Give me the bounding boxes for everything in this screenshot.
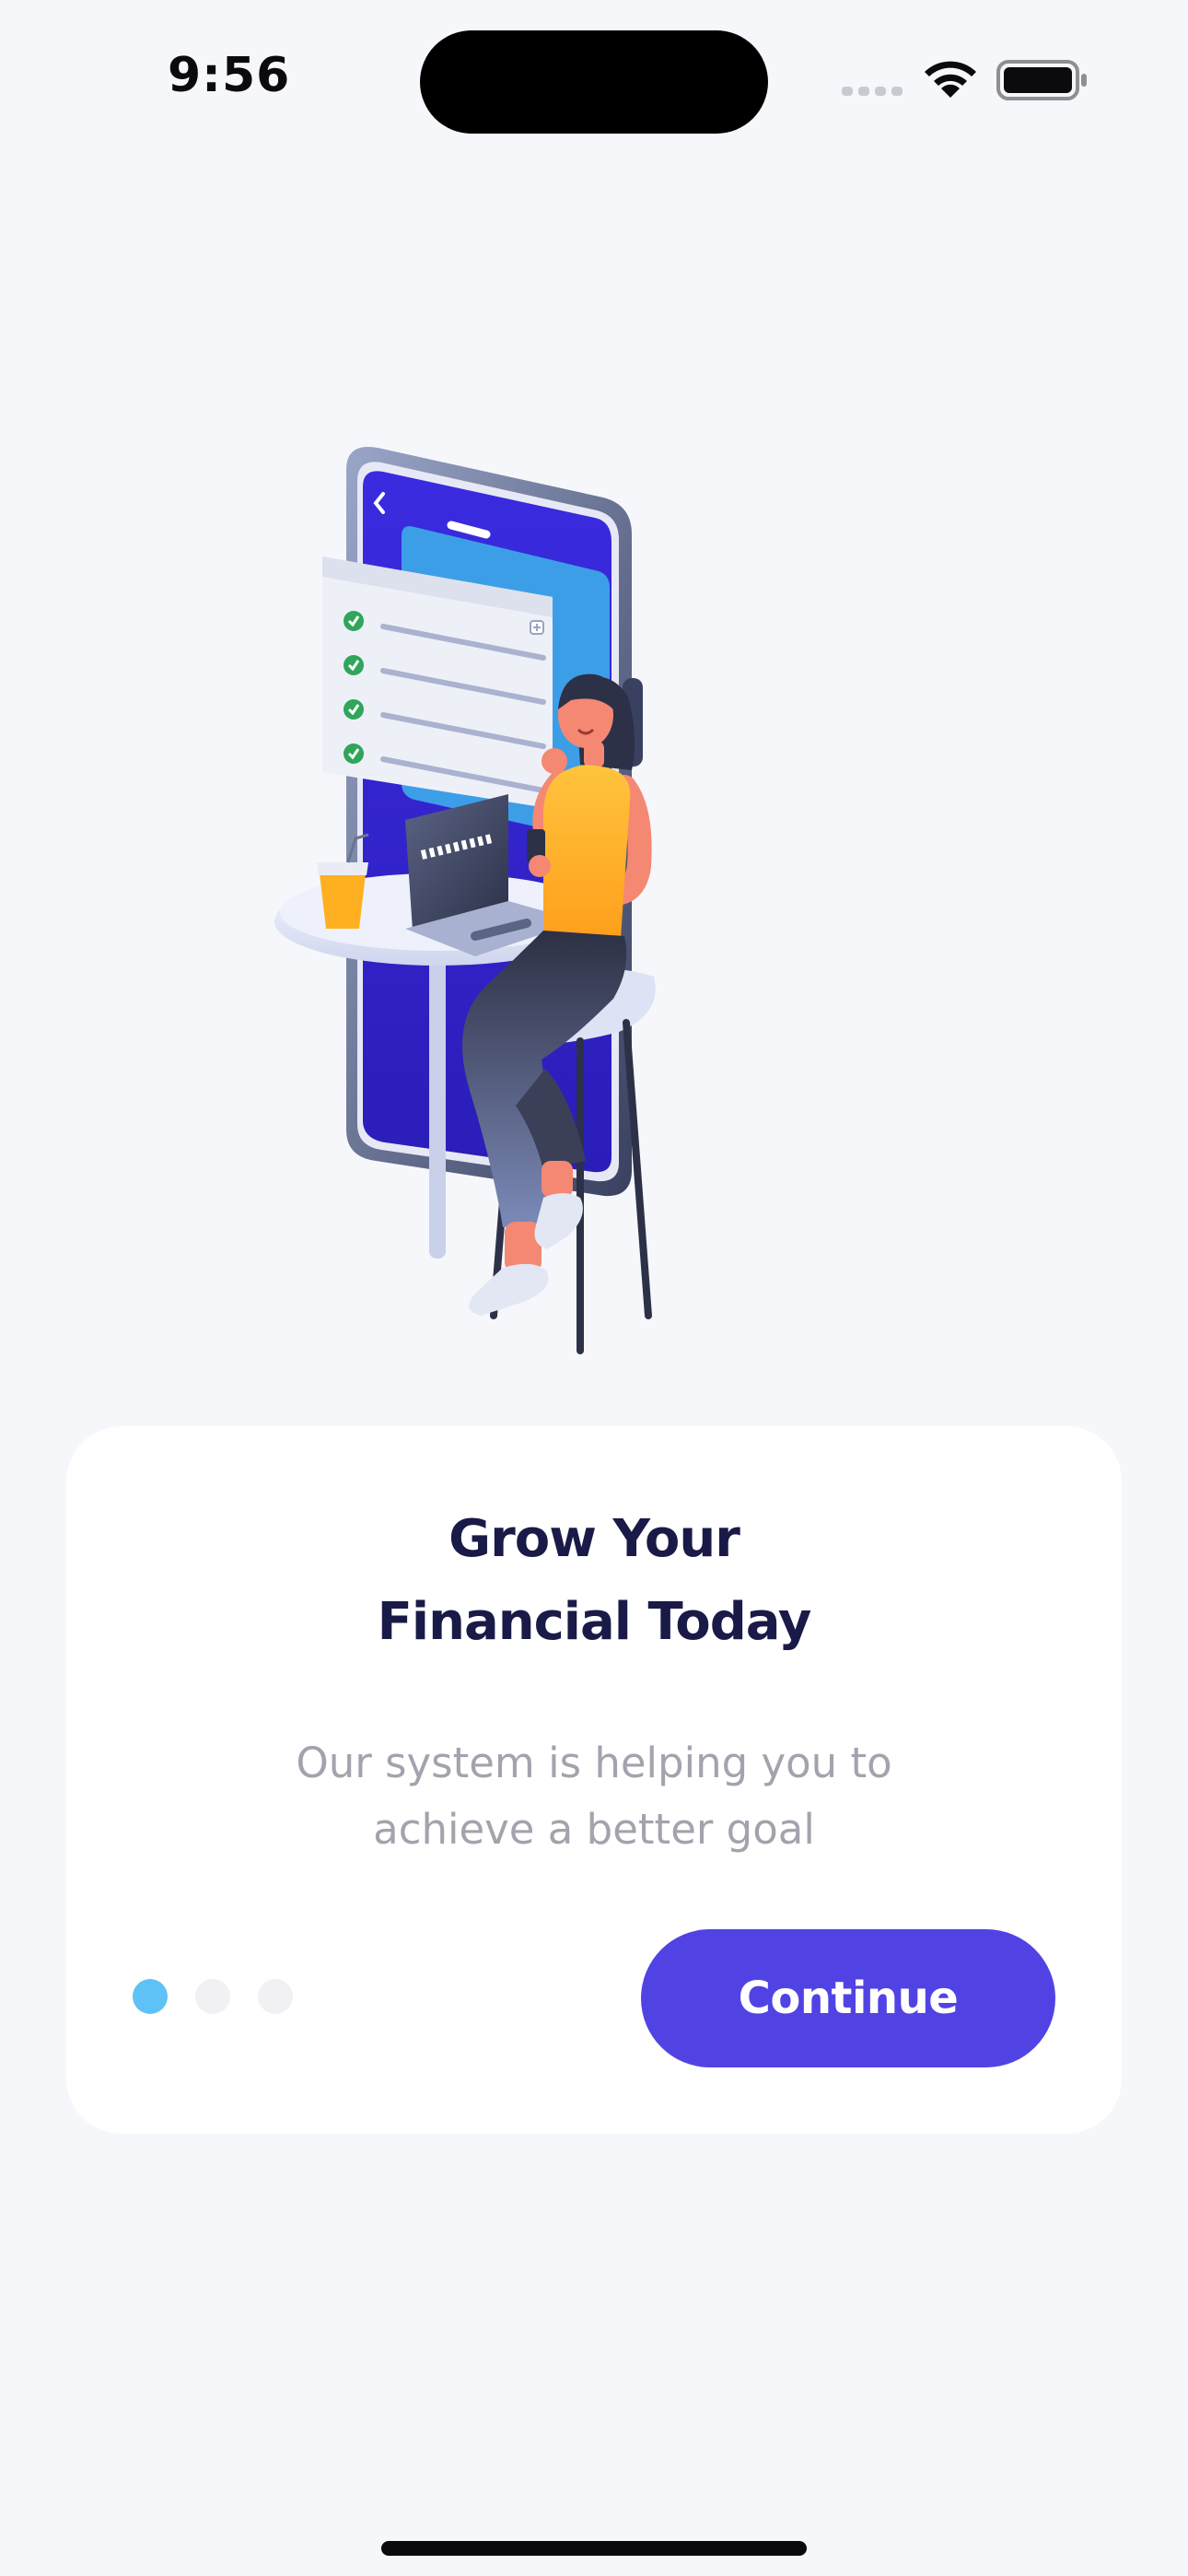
wifi-icon (925, 61, 976, 98)
battery-icon (996, 60, 1087, 100)
pagination-dot-3[interactable] (258, 1979, 293, 2014)
dynamic-island (420, 30, 768, 134)
continue-button[interactable]: Continue (641, 1929, 1055, 2067)
signal-icon (842, 87, 903, 96)
onboarding-illustration (274, 447, 656, 1354)
status-time: 9:56 (168, 48, 291, 103)
subtitle-line-2: achieve a better goal (373, 1805, 815, 1854)
onboarding-card: Grow Your Financial Today Our system is … (66, 1426, 1122, 2134)
home-indicator[interactable] (381, 2541, 807, 2556)
pagination-dot-2[interactable] (195, 1979, 230, 2014)
pagination-dot-1[interactable] (133, 1979, 168, 2014)
pagination-dots (133, 1979, 293, 2014)
page-subtitle: Our system is helping you to achieve a b… (66, 1730, 1122, 1863)
title-line-1: Grow Your (448, 1509, 740, 1569)
page-title: Grow Your Financial Today (66, 1498, 1122, 1664)
title-line-2: Financial Today (377, 1592, 812, 1652)
subtitle-line-1: Our system is helping you to (296, 1739, 892, 1787)
